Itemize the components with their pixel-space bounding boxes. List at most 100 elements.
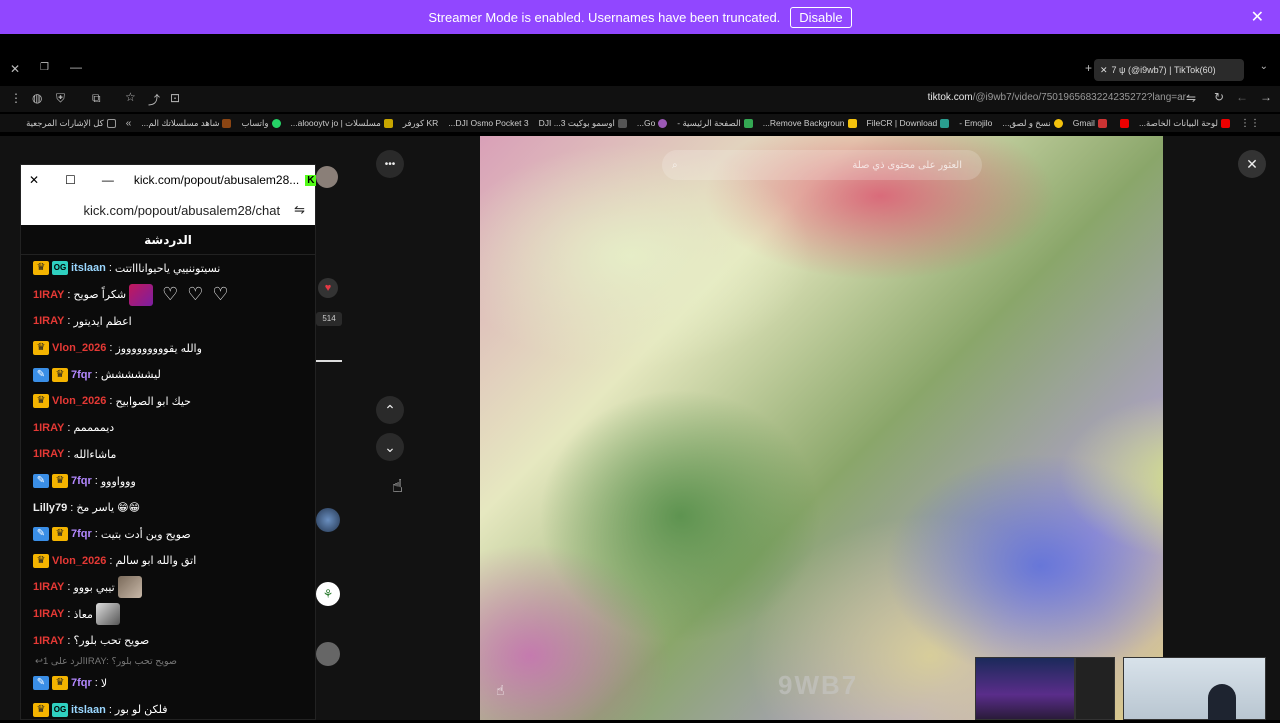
disable-button[interactable]: Disable <box>790 7 851 28</box>
profile-icon[interactable]: ◍ <box>32 91 42 105</box>
emote-image <box>118 576 142 598</box>
bookmark-star-icon[interactable]: ☆ <box>125 90 136 104</box>
reply-icon: ↩ <box>35 656 43 667</box>
bookmarks-overflow-icon[interactable]: » <box>126 118 132 129</box>
moderator-badge-icon: ✎ <box>33 368 49 382</box>
more-dots-icon: ••• <box>385 159 396 170</box>
like-heart-icon[interactable]: ♥ <box>318 278 338 298</box>
chat-message-text: تيبي بووو <box>73 581 114 594</box>
chat-message-text: اعظم ايديتور <box>73 315 131 328</box>
bookmark-item[interactable]: نسخ و لصق... <box>1002 118 1062 129</box>
chat-username[interactable]: 1IRAY <box>33 448 64 460</box>
creator-avatar[interactable] <box>316 166 338 188</box>
bookmark-item[interactable] <box>1117 119 1129 128</box>
comment-avatar[interactable] <box>316 508 340 532</box>
crown-badge-icon: ♛ <box>52 527 68 541</box>
bookmark-item[interactable]: Gmail <box>1073 118 1107 128</box>
chat-message: 1IRAY:ديممممم <box>21 415 315 442</box>
heart-emote-icon: ♡ <box>162 284 178 305</box>
video-player[interactable] <box>480 136 1163 720</box>
window-close-icon[interactable]: ✕ <box>10 62 20 76</box>
bookmark-item[interactable]: Remove Backgroun... <box>763 118 857 128</box>
chat-separator: : <box>67 448 70 460</box>
browser-tab-bar: ✕ ❐ — + ✕ 7 ψ (@i9wb7) | TikTok(60) ⌄ <box>0 56 1280 84</box>
search-icon: ⌕ <box>672 160 678 171</box>
extensions-puzzle-icon[interactable]: ⧉ <box>92 91 101 106</box>
url-field[interactable]: tiktok.com/@i9wb7/video/7501965683224235… <box>928 92 1186 103</box>
next-video-button[interactable]: ⌄ <box>376 433 404 461</box>
reload-icon[interactable]: ↻ <box>1214 90 1224 104</box>
window-restore-icon[interactable]: ❐ <box>40 62 49 73</box>
kick-logo-icon: K <box>305 175 316 186</box>
chat-separator: : <box>109 262 112 274</box>
bookmark-item-all[interactable]: كل الإشارات المرجعية <box>26 118 116 129</box>
crown-badge-icon: ♛ <box>33 554 49 568</box>
site-settings-icon[interactable]: ⇋ <box>1186 91 1196 105</box>
new-tab-icon[interactable]: + <box>1085 61 1092 75</box>
screenshot-icon[interactable]: ⊡ <box>170 91 180 105</box>
dji-favicon-icon <box>618 119 627 128</box>
chat-username[interactable]: 1IRAY <box>33 289 64 301</box>
bookmark-item[interactable]: Go... <box>637 118 667 128</box>
bookmark-item[interactable]: واتساب <box>241 118 280 129</box>
site-settings-icon[interactable]: ⇋ <box>294 202 305 218</box>
popout-maximize-icon[interactable]: ☐ <box>65 173 76 187</box>
bookmark-item[interactable]: شاهد مسلسلاتك الم... <box>141 118 231 129</box>
chat-username[interactable]: 7fqr <box>71 475 92 487</box>
popout-minimize-icon[interactable]: — <box>102 173 114 187</box>
chat-username[interactable]: 1IRAY <box>33 422 64 434</box>
search-input[interactable]: ⌕ العثور على محتوى ذي صلة <box>662 150 982 180</box>
tab-tiktok[interactable]: ✕ 7 ψ (@i9wb7) | TikTok(60) <box>1094 59 1244 81</box>
bookmark-item[interactable]: الصفحة الرئيسية - <box>677 118 753 129</box>
chat-username[interactable]: Vlon_2026 <box>52 555 106 567</box>
chat-separator: : <box>67 289 70 301</box>
emblem-avatar-icon[interactable]: ⚘ <box>316 582 340 606</box>
chat-username[interactable]: itslaan <box>71 262 106 274</box>
chat-username[interactable]: Vlon_2026 <box>52 342 106 354</box>
bookmark-label: الصفحة الرئيسية - <box>677 118 741 129</box>
chat-username[interactable]: Vlon_2026 <box>52 395 106 407</box>
bookmark-item[interactable]: لوحة البيانات الخاصة... <box>1139 118 1230 129</box>
chat-message-text: والله يقوووووووووز <box>115 342 201 355</box>
forward-icon[interactable]: ← <box>1236 90 1248 104</box>
chat-username[interactable]: itslaan <box>71 704 106 716</box>
bookmark-item[interactable]: KR كورفر <box>403 118 438 129</box>
back-icon[interactable]: → <box>1260 90 1272 104</box>
more-options-button[interactable]: ••• <box>376 150 404 178</box>
bookmark-label: KR كورفر <box>403 118 438 129</box>
share-icon[interactable]: ⤴ <box>148 91 160 108</box>
bookmark-apps-icon[interactable]: ⋮⋮ <box>1240 118 1260 129</box>
bookmark-item[interactable]: Emojilo - <box>959 118 992 128</box>
comment-avatar[interactable] <box>316 642 340 666</box>
reply-text: الرد على 1IRAY: صويح تحب بلور؟ <box>43 656 177 667</box>
popout-close-icon[interactable]: ✕ <box>29 173 39 187</box>
chat-username[interactable]: 1IRAY <box>33 315 64 327</box>
chevron-down-icon: ⌄ <box>384 439 396 456</box>
chat-username[interactable]: 1IRAY <box>33 635 64 647</box>
bookmark-item[interactable]: DJI Osmo Pocket 3... <box>448 118 528 128</box>
chat-heading: الدردشة <box>21 225 315 255</box>
tab-close-icon[interactable]: ✕ <box>1100 65 1108 76</box>
chat-message-text: اتق والله ابو سالم <box>115 554 196 567</box>
bookmark-item[interactable]: اوسمو بوكيت 3... DJI <box>539 118 627 129</box>
bookmark-item[interactable]: مسلسلات | aloooytv jo... <box>291 118 393 129</box>
chat-username[interactable]: Lilly79 <box>33 502 67 514</box>
chat-username[interactable]: 1IRAY <box>33 581 64 593</box>
chat-message: ♛Vlon_2026:والله يقوووووووووز <box>21 335 315 362</box>
menu-dots-icon[interactable]: ⋮ <box>10 91 22 105</box>
bookmark-item[interactable]: FileCR | Download <box>867 118 950 128</box>
previous-video-button[interactable]: ⌃ <box>376 396 404 424</box>
bookmark-label: لوحة البيانات الخاصة... <box>1139 118 1218 129</box>
chat-message-text: ديممممم <box>73 421 114 434</box>
chat-username[interactable]: 7fqr <box>71 677 92 689</box>
address-bar: ⋮ ◍ ⛨ ⧉ ☆ ⤴ ⊡ tiktok.com/@i9wb7/video/75… <box>0 86 1280 112</box>
chat-message: ✎♛7fqr:ووواووو <box>21 468 315 495</box>
extension-icon[interactable]: ⛨ <box>56 91 65 106</box>
chat-username[interactable]: 7fqr <box>71 528 92 540</box>
close-video-button[interactable]: ✕ <box>1238 150 1266 178</box>
tab-list-chevron-icon[interactable]: ⌄ <box>1260 61 1268 72</box>
chat-username[interactable]: 1IRAY <box>33 608 64 620</box>
chat-username[interactable]: 7fqr <box>71 369 92 381</box>
window-minimize-icon[interactable]: — <box>70 60 82 74</box>
banner-close-icon[interactable]: ✕ <box>1251 7 1264 27</box>
